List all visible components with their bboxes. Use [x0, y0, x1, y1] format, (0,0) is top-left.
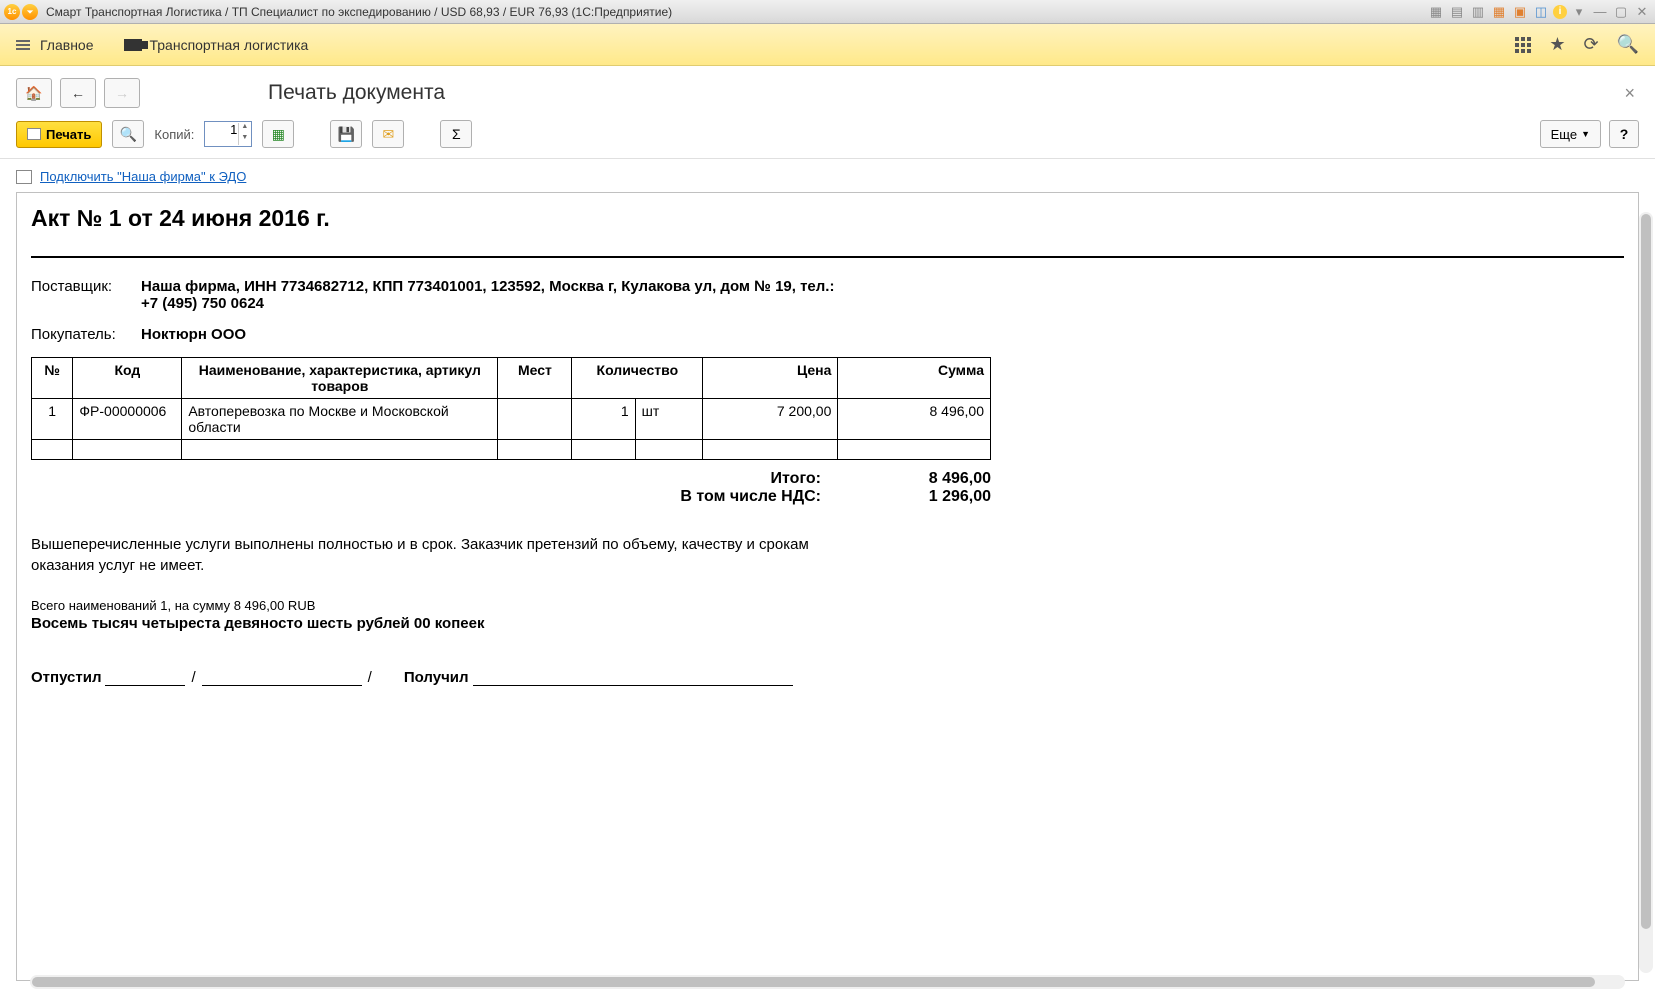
col-mest: Мест [498, 358, 572, 399]
forward-button[interactable]: → [104, 78, 140, 108]
slash-1: / [189, 669, 197, 686]
minimize-icon[interactable]: — [1591, 3, 1609, 21]
document-scroll-area[interactable]: Акт № 1 от 24 июня 2016 г. Поставщик: На… [0, 192, 1655, 997]
otpustil-line-1 [105, 668, 185, 686]
favorites-star-icon[interactable]: ★ [1549, 34, 1565, 55]
cell-qty: 1 [572, 399, 635, 440]
copies-label: Копий: [154, 127, 194, 142]
buyer-value: Ноктюрн ООО [141, 326, 841, 343]
more-button[interactable]: Еще ▼ [1540, 120, 1601, 148]
copies-field[interactable] [207, 122, 237, 137]
sum-button[interactable]: Σ [440, 120, 472, 148]
email-button[interactable]: ✉ [372, 120, 404, 148]
apps-grid-icon[interactable] [1515, 37, 1531, 53]
print-button-label: Печать [46, 127, 91, 142]
menu-logistics[interactable]: Транспортная логистика [150, 37, 309, 53]
print-button[interactable]: Печать [16, 121, 102, 148]
maximize-icon[interactable]: ▢ [1612, 3, 1630, 21]
titlebar-tool-1-icon[interactable]: ▦ [1427, 3, 1445, 21]
cell-price: 7 200,00 [703, 399, 838, 440]
summary-count: Всего наименований 1, на сумму 8 496,00 … [31, 598, 1624, 613]
search-icon[interactable]: 🔍 [1617, 34, 1639, 55]
cell-num: 1 [32, 399, 73, 440]
preview-button[interactable]: 🔍 [112, 120, 144, 148]
vertical-scrollbar[interactable] [1639, 212, 1653, 973]
history-icon[interactable]: ⟳ [1583, 34, 1598, 55]
close-window-icon[interactable]: ✕ [1633, 3, 1651, 21]
panels-icon[interactable]: ◫ [1532, 3, 1550, 21]
info-icon[interactable]: i [1553, 5, 1567, 19]
itogo-value: 8 496,00 [851, 470, 991, 488]
signatures-row: Отпустил / / Получил [31, 668, 1624, 686]
back-button[interactable]: ← [60, 78, 96, 108]
titlebar-tool-3-icon[interactable]: ▥ [1469, 3, 1487, 21]
copies-down[interactable]: ▼ [238, 134, 250, 145]
col-name: Наименование, характеристика, артикул то… [182, 358, 498, 399]
app-logo-icon: 1c [4, 4, 20, 20]
export-excel-button[interactable]: ▦ [262, 120, 294, 148]
truck-icon [124, 39, 142, 51]
calculator-icon[interactable]: ▦ [1490, 3, 1508, 21]
subnav-bar: 🏠 ← → Печать документа × [0, 66, 1655, 116]
totals-block: Итого: 8 496,00 В том числе НДС: 1 296,0… [31, 470, 991, 506]
supplier-value: Наша фирма, ИНН 7734682712, КПП 77340100… [141, 278, 841, 312]
col-num: № [32, 358, 73, 399]
document-frame: Акт № 1 от 24 июня 2016 г. Поставщик: На… [16, 192, 1639, 981]
window-titlebar: 1c Смарт Транспортная Логистика / ТП Спе… [0, 0, 1655, 24]
slash-2: / [366, 669, 374, 686]
document-title: Акт № 1 от 24 июня 2016 г. [31, 205, 1624, 232]
more-label: Еще [1551, 127, 1577, 142]
buyer-label: Покупатель: [31, 326, 141, 343]
summary-words: Восемь тысяч четыреста девяносто шесть р… [31, 615, 1624, 632]
edo-icon [16, 170, 32, 184]
cell-code: ФР-00000006 [73, 399, 182, 440]
menu-main[interactable]: Главное [40, 37, 94, 53]
col-code: Код [73, 358, 182, 399]
itogo-label: Итого: [31, 470, 851, 488]
titlebar-tool-2-icon[interactable]: ▤ [1448, 3, 1466, 21]
home-button[interactable]: 🏠 [16, 78, 52, 108]
table-row: 1ФР-00000006Автоперевозка по Москве и Мо… [32, 399, 991, 440]
otpustil-line-2 [202, 668, 362, 686]
document-divider [31, 256, 1624, 258]
cell-unit: шт [635, 399, 703, 440]
poluchil-line [473, 668, 793, 686]
app-dropdown-icon[interactable] [22, 4, 38, 20]
printer-icon [27, 128, 41, 140]
edo-connect-link[interactable]: Подключить "Наша фирма" к ЭДО [40, 169, 246, 184]
window-title: Смарт Транспортная Логистика / ТП Специа… [40, 5, 1427, 19]
chevron-down-icon: ▼ [1581, 129, 1590, 139]
cell-mest [498, 399, 572, 440]
copies-up[interactable]: ▲ [238, 123, 250, 134]
vscroll-thumb[interactable] [1641, 214, 1651, 929]
otpustil-label: Отпустил [31, 669, 101, 686]
cell-sum: 8 496,00 [838, 399, 991, 440]
table-header-row: № Код Наименование, характеристика, арти… [32, 358, 991, 399]
hscroll-thumb[interactable] [32, 977, 1595, 987]
col-sum: Сумма [838, 358, 991, 399]
main-menubar: Главное Транспортная логистика ★ ⟳ 🔍 [0, 24, 1655, 66]
nds-value: 1 296,00 [851, 488, 991, 506]
cell-name: Автоперевозка по Москве и Московской обл… [182, 399, 498, 440]
services-note: Вышеперечисленные услуги выполнены полно… [31, 534, 851, 576]
help-button[interactable]: ? [1609, 120, 1639, 148]
print-toolbar: Печать 🔍 Копий: ▲▼ ▦ 💾 ✉ Σ Еще ▼ ? [0, 116, 1655, 159]
poluchil-label: Получил [404, 669, 469, 686]
col-price: Цена [703, 358, 838, 399]
info-dropdown-icon[interactable]: ▾ [1570, 3, 1588, 21]
copies-stepper[interactable]: ▲▼ [204, 121, 252, 147]
col-qty: Количество [572, 358, 703, 399]
calendar-icon[interactable]: ▣ [1511, 3, 1529, 21]
supplier-label: Поставщик: [31, 278, 141, 312]
horizontal-scrollbar[interactable] [30, 975, 1625, 989]
page-title: Печать документа [268, 81, 445, 105]
edo-row: Подключить "Наша фирма" к ЭДО [0, 159, 1655, 192]
save-button[interactable]: 💾 [330, 120, 362, 148]
menu-burger-icon[interactable] [16, 38, 30, 52]
table-spacer-row [32, 440, 991, 460]
items-table: № Код Наименование, характеристика, арти… [31, 357, 991, 460]
close-tab-icon[interactable]: × [1620, 79, 1639, 108]
nds-label: В том числе НДС: [31, 488, 851, 506]
